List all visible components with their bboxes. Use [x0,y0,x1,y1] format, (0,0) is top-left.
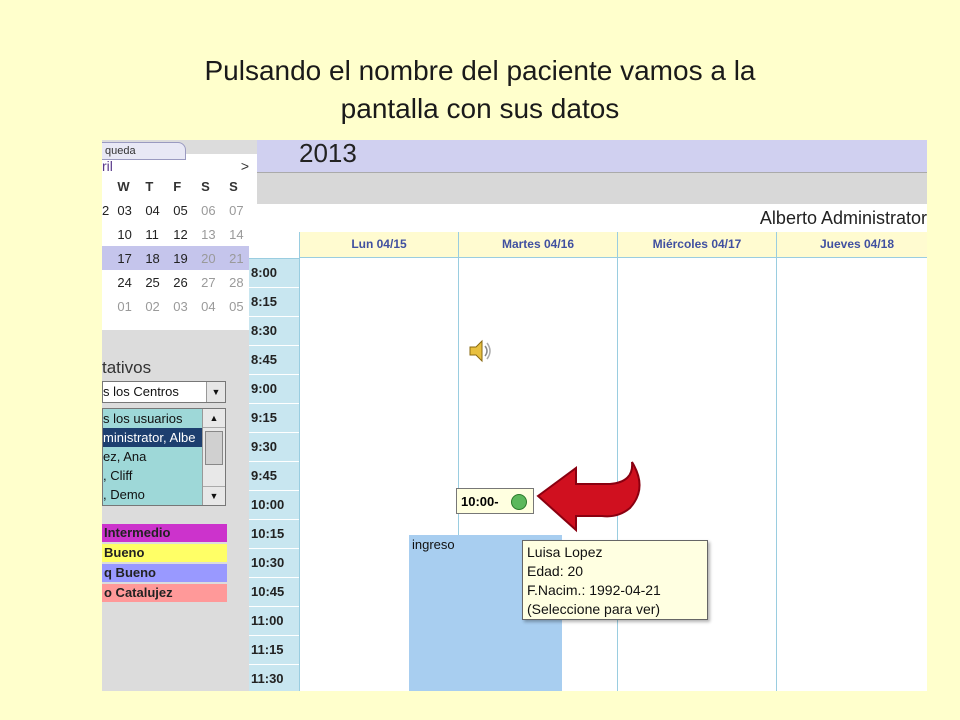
time-slot-label: 8:30 [249,317,299,345]
chevron-down-icon[interactable]: ▼ [206,382,225,402]
patient-tooltip: Luisa Lopez Edad: 20 F.Nacim.: 1992-04-2… [522,540,708,620]
mini-calendar-week: 2 03 04 05 06 07 [102,198,257,222]
next-month-button[interactable]: > [241,158,249,174]
dow-label: F [173,178,182,194]
calendar-day[interactable]: 18 [145,251,173,266]
slide-title-line1: Pulsando el nombre del paciente vamos a … [204,55,756,86]
time-slot-label: 9:30 [249,433,299,461]
status-legend: Intermedio Bueno q Bueno o Catalujez [102,524,227,604]
tooltip-hint: (Seleccione para ver) [527,601,661,617]
calendar-day[interactable]: 2 [102,203,117,218]
day-header[interactable]: Lun 04/15 [300,232,458,258]
patient-appointment-link[interactable]: 10:00- [456,488,534,514]
tooltip-patient-name: Luisa Lopez [527,544,603,560]
time-slot-label: 11:15 [249,636,299,664]
calendar-day[interactable]: 11 [145,227,173,242]
centro-select-value: s los Centros [103,384,179,399]
mini-calendar-dow-row: W T F S S [102,174,257,198]
time-slot-label: 10:00 [249,491,299,519]
left-panel: ril > W T F S S 2 03 04 05 06 07 10 11 1… [102,140,257,691]
toolbar [257,173,927,204]
dow-label: T [145,178,154,194]
time-slot-label: 10:15 [249,520,299,548]
user-list-scrollbar[interactable]: ▲ ▼ [202,409,225,505]
search-tab[interactable]: queda [102,142,186,160]
calendar-day[interactable]: 07 [229,203,257,218]
legend-item: Intermedio [102,524,227,542]
calendar-day[interactable]: 03 [173,299,201,314]
mini-calendar-week: 10 11 12 13 14 [102,222,257,246]
calendar-day[interactable]: 20 [201,251,229,266]
dow-label: S [201,178,210,194]
dow-label: S [229,178,238,194]
calendar-day[interactable]: 25 [145,275,173,290]
time-slot-label: 8:15 [249,288,299,316]
scroll-down-icon[interactable]: ▼ [203,486,225,505]
calendar-day[interactable]: 10 [117,227,145,242]
calendar-day[interactable]: 12 [173,227,201,242]
slide-title: Pulsando el nombre del paciente vamos a … [0,52,960,128]
tooltip-birthdate: F.Nacim.: 1992-04-21 [527,582,661,598]
time-column-header [249,232,299,259]
app-screenshot: ril > W T F S S 2 03 04 05 06 07 10 11 1… [102,140,927,691]
calendar-day[interactable]: 05 [173,203,201,218]
calendar-day[interactable]: 13 [201,227,229,242]
tooltip-age: Edad: 20 [527,563,584,579]
time-column: 8:00 8:15 8:30 8:45 9:00 9:15 9:30 9:45 … [249,232,300,691]
section-title: tativos [102,358,152,377]
calendar-day[interactable]: 02 [145,299,173,314]
calendar-day[interactable]: 27 [201,275,229,290]
calendar-day[interactable]: 19 [173,251,201,266]
pointer-arrow-icon [536,461,641,533]
mini-calendar-week: 01 02 03 04 05 [102,294,257,318]
calendar-day[interactable]: 03 [117,203,145,218]
appointment-block-label: ingreso [412,537,455,552]
calendar-day[interactable]: 26 [173,275,201,290]
mini-calendar: ril > W T F S S 2 03 04 05 06 07 10 11 1… [102,154,257,330]
legend-item: o Catalujez [102,584,227,602]
time-slot-label: 9:00 [249,375,299,403]
time-slot-label: 11:30 [249,665,299,691]
patient-icon[interactable] [511,494,527,510]
time-slot-label: 8:45 [249,346,299,374]
user-list[interactable]: s los usuarios ministrator, Albe ez, Ana… [102,408,226,506]
mini-calendar-week: 24 25 26 27 28 [102,270,257,294]
time-slot-label: 10:45 [249,578,299,606]
mini-calendar-week-selected: 17 18 19 20 21 [102,246,257,270]
speaker-icon[interactable] [467,338,493,364]
year-label: 2013 [299,140,357,168]
legend-item: q Bueno [102,564,227,582]
day-header[interactable]: Miércoles 04/17 [618,232,776,258]
appointment-time: 10:00- [461,494,499,509]
calendar-day[interactable]: 17 [117,251,145,266]
calendar-day[interactable]: 04 [201,299,229,314]
day-column[interactable]: Jueves 04/18 [777,232,927,691]
time-slot-label: 8:00 [249,259,299,287]
year-bar: 2013 [257,140,927,173]
time-slot-label: 9:15 [249,404,299,432]
day-header[interactable]: Jueves 04/18 [777,232,927,258]
current-user: Alberto Administrator [759,208,927,228]
user-bar: Alberto Administrator [257,204,927,232]
mini-calendar-month: ril [102,158,113,174]
time-slot-label: 11:00 [249,607,299,635]
scroll-up-icon[interactable]: ▲ [203,409,225,428]
slide-title-line2: pantalla con sus datos [340,93,620,124]
time-slot-label: 9:45 [249,462,299,490]
calendar-day[interactable]: 01 [117,299,145,314]
calendar-day[interactable]: 04 [145,203,173,218]
dow-label: W [117,178,130,194]
scroll-thumb[interactable] [205,431,223,465]
centro-select[interactable]: s los Centros ▼ [102,381,226,403]
calendar-day[interactable]: 06 [201,203,229,218]
time-slot-label: 10:30 [249,549,299,577]
day-header[interactable]: Martes 04/16 [459,232,617,258]
calendar-day[interactable]: 24 [117,275,145,290]
legend-item: Bueno [102,544,227,562]
